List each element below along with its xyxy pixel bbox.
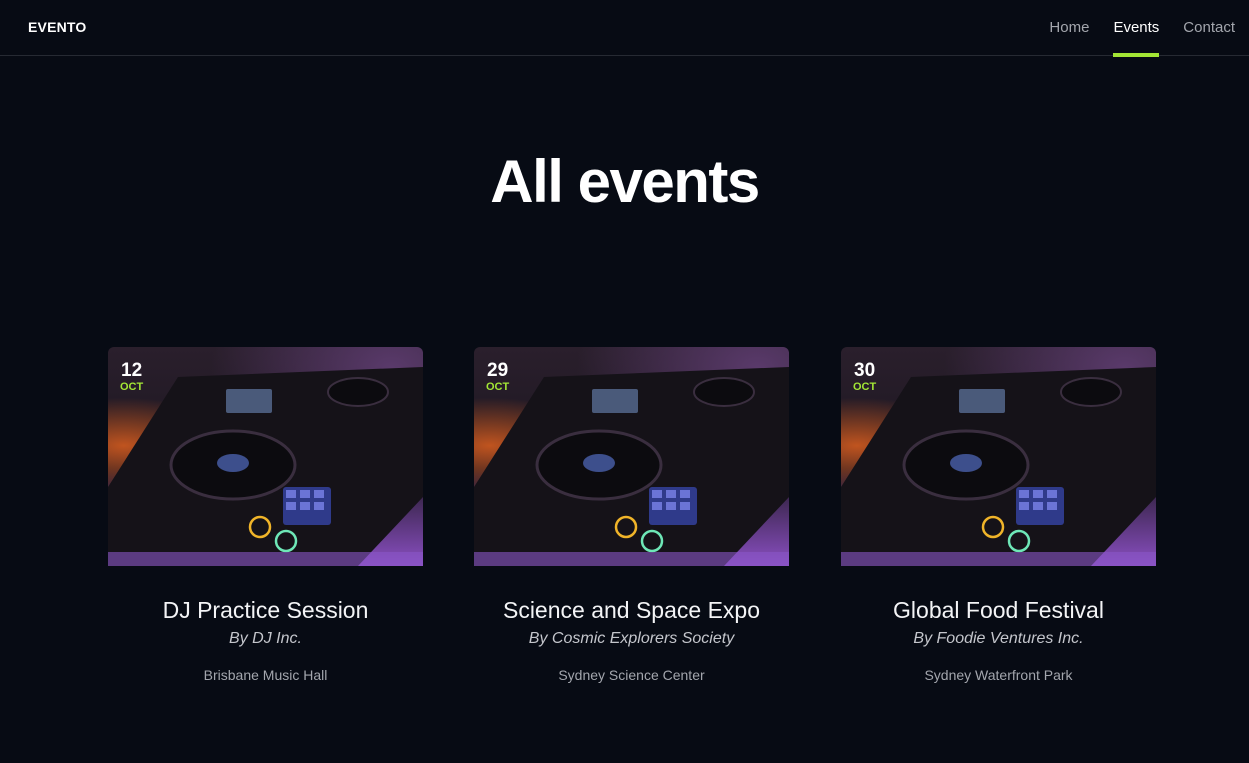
event-day: 30 (854, 360, 876, 381)
event-month: OCT (486, 381, 510, 393)
dj-controller-image (841, 367, 1156, 566)
event-card[interactable]: 29 OCT Science and Space Expo By Cosmic … (474, 347, 789, 683)
event-title[interactable]: DJ Practice Session (108, 597, 423, 624)
event-day: 29 (487, 360, 509, 381)
dj-controller-image (474, 367, 789, 566)
event-venue: Sydney Science Center (558, 667, 705, 683)
date-badge: 29 OCT (486, 360, 510, 394)
event-month: OCT (120, 381, 144, 393)
event-venue: Sydney Waterfront Park (924, 667, 1073, 683)
event-title[interactable]: Science and Space Expo (474, 597, 789, 624)
site-header: EVENTO Home Events Contact (0, 0, 1249, 57)
event-image: 29 OCT (474, 347, 789, 566)
event-organizer: By Cosmic Explorers Society (528, 630, 735, 647)
nav-contact[interactable]: Contact (1183, 0, 1235, 56)
nav-events[interactable]: Events (1113, 0, 1159, 57)
page-title: All events (490, 148, 760, 215)
event-image: 12 OCT (108, 347, 423, 566)
dj-controller-image (108, 367, 423, 566)
event-organizer: By Foodie Ventures Inc. (913, 630, 1084, 647)
event-title[interactable]: Global Food Festival (841, 597, 1156, 624)
event-card[interactable]: 30 OCT Global Food Festival By Foodie Ve… (841, 347, 1156, 683)
event-day: 12 (121, 360, 143, 381)
logo[interactable]: EVENTO (28, 19, 87, 35)
date-badge: 12 OCT (120, 360, 144, 394)
nav-home[interactable]: Home (1049, 0, 1089, 56)
event-venue: Brisbane Music Hall (203, 667, 328, 683)
event-card[interactable]: 12 OCT DJ Practice Session By DJ Inc. Br… (108, 347, 423, 683)
event-organizer: By DJ Inc. (229, 630, 302, 647)
event-image: 30 OCT (841, 347, 1156, 566)
date-badge: 30 OCT (853, 360, 877, 394)
event-month: OCT (853, 381, 877, 393)
main-nav: Home Events Contact (1025, 0, 1235, 57)
